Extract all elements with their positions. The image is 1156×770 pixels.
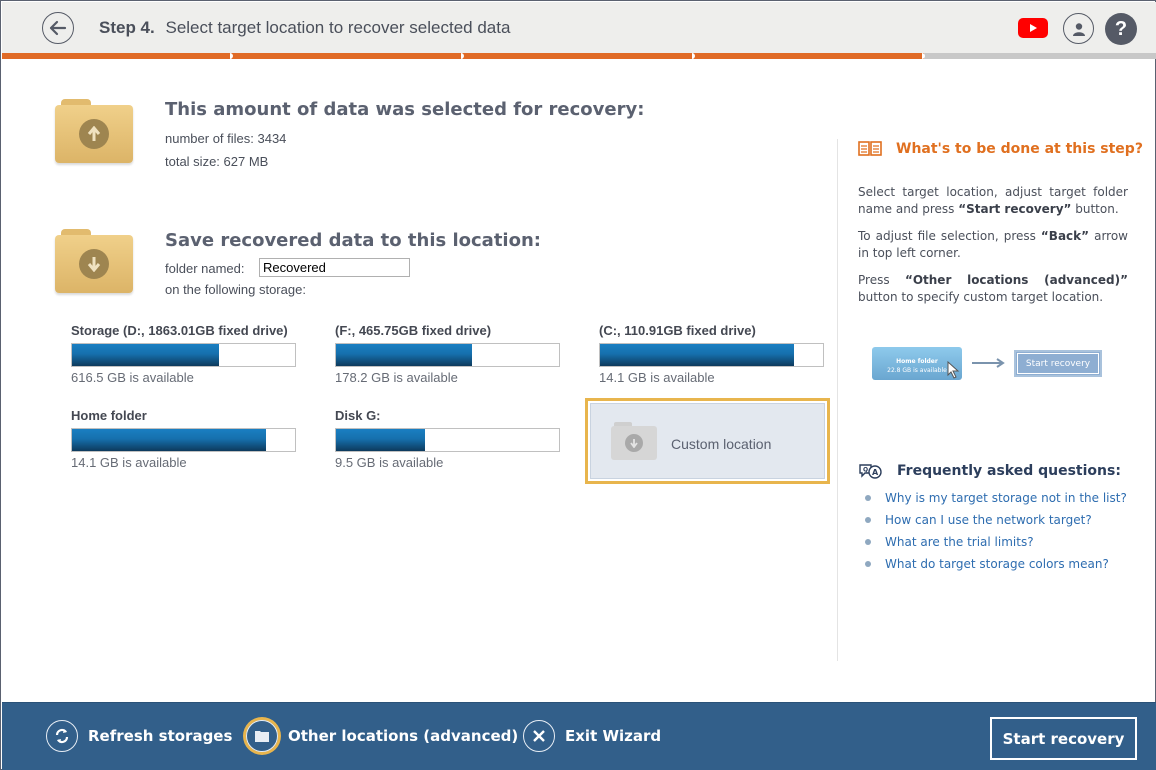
storage-item[interactable]: Home folder 14.1 GB is available [71,408,296,470]
faq-link[interactable]: How can I use the network target? [863,511,1127,533]
storage-name: Storage (D:, 1863.01GB fixed drive) [71,323,288,338]
arrow-left-icon [49,20,67,36]
target-title: Save recovered data to this location: [165,230,541,251]
help-button[interactable]: ? [1105,13,1137,45]
storage-item[interactable]: Disk G: 9.5 GB is available [335,408,560,470]
help-paragraph: Select target location, adjust target fo… [858,184,1128,218]
help-paragraph: Press “Other locations (advanced)” butto… [858,272,1128,306]
refresh-storages-button[interactable]: Refresh storages [46,718,232,754]
storage-available: 14.1 GB is available [71,455,187,470]
user-icon [1072,22,1085,36]
other-locations-label: Other locations (advanced) [288,727,519,745]
cursor-icon [947,361,960,379]
step-title: Select target location to recover select… [165,18,511,37]
arrow-right-icon [972,358,1005,368]
header-bar: Step 4. Select target location to recove… [2,2,1156,54]
demo-start-button: Start recovery [1014,350,1102,377]
folder-icon [246,720,278,752]
faq-link[interactable]: What do target storage colors mean? [863,555,1127,577]
storage-usage-bar [599,343,824,367]
storage-available: 9.5 GB is available [335,455,444,470]
storage-name: (C:, 110.91GB fixed drive) [599,323,756,338]
faq-link[interactable]: What are the trial limits? [863,533,1127,555]
qa-chat-icon: A Q [859,464,882,479]
help-text-emphasis: “Back” [1040,229,1090,243]
account-button[interactable] [1063,13,1094,44]
faq-link[interactable]: Why is my target storage not in the list… [863,489,1127,511]
help-text-emphasis: “Other locations (advanced)” [904,273,1128,287]
help-text: button to specify custom target location… [858,290,1104,304]
storage-usage-bar [71,428,296,452]
youtube-button[interactable] [1018,18,1048,38]
back-button[interactable] [42,12,74,44]
files-count: number of files: 3434 [165,131,287,146]
footer-bar: Refresh storages Other locations (advanc… [2,702,1156,770]
start-recovery-button[interactable]: Start recovery [990,717,1137,760]
other-locations-button[interactable]: Other locations (advanced) [246,718,518,754]
folder-icon [611,422,657,460]
storage-usage-fill [336,429,426,451]
custom-location-button[interactable]: Custom location [585,398,830,484]
storage-usage-bar [335,428,560,452]
svg-text:Q: Q [863,467,868,474]
recovery-wizard-window: Step 4. Select target location to recove… [0,0,1156,770]
play-icon [1030,24,1037,32]
storage-available: 14.1 GB is available [599,370,715,385]
help-paragraph: To adjust file selection, press “Back” a… [858,228,1128,262]
storage-usage-bar [335,343,560,367]
folder-upload-icon [55,99,133,163]
storage-label: on the following storage: [165,282,306,297]
storage-usage-fill [72,429,266,451]
exit-wizard-label: Exit Wizard [565,727,662,745]
panel-divider [837,139,838,661]
refresh-storages-label: Refresh storages [88,727,233,745]
exit-wizard-button[interactable]: Exit Wizard [523,718,661,754]
help-text-emphasis: “Start recovery” [958,202,1072,216]
progress-step-separator [922,53,925,59]
faq-list: Why is my target storage not in the list… [863,489,1127,577]
folder-name-label: folder named: [165,261,245,276]
close-icon [523,720,555,752]
storage-name: Home folder [71,408,147,423]
storage-item[interactable]: (F:, 465.75GB fixed drive) 178.2 GB is a… [335,323,560,385]
storage-item[interactable]: Storage (D:, 1863.01GB fixed drive) 616.… [71,323,296,385]
total-size: total size: 627 MB [165,154,269,169]
faq-title: Frequently asked questions: [897,463,1121,479]
storage-item[interactable]: (C:, 110.91GB fixed drive) 14.1 GB is av… [599,323,824,385]
storage-available: 178.2 GB is available [335,370,458,385]
storage-usage-fill [336,344,473,366]
help-text: button. [1071,202,1119,216]
storage-usage-fill [600,344,794,366]
svg-text:A: A [872,468,879,477]
wizard-progress-bar [2,53,1156,59]
step-label: Step 4. [99,18,155,37]
storage-name: Disk G: [335,408,381,423]
help-title: What's to be done at this step? [896,141,1143,157]
storage-usage-fill [72,344,220,366]
page-title: Step 4. Select target location to recove… [99,18,510,38]
book-icon [858,141,882,156]
help-text: To adjust file selection, press [858,229,1041,243]
custom-location-label: Custom location [671,436,772,452]
help-text: Press [858,273,905,287]
storage-available: 616.5 GB is available [71,370,194,385]
storage-usage-bar [71,343,296,367]
selection-title: This amount of data was selected for rec… [165,99,645,120]
folder-download-icon [55,229,133,293]
folder-name-input[interactable] [259,258,410,277]
refresh-icon [46,720,78,752]
storage-name: (F:, 465.75GB fixed drive) [335,323,492,338]
